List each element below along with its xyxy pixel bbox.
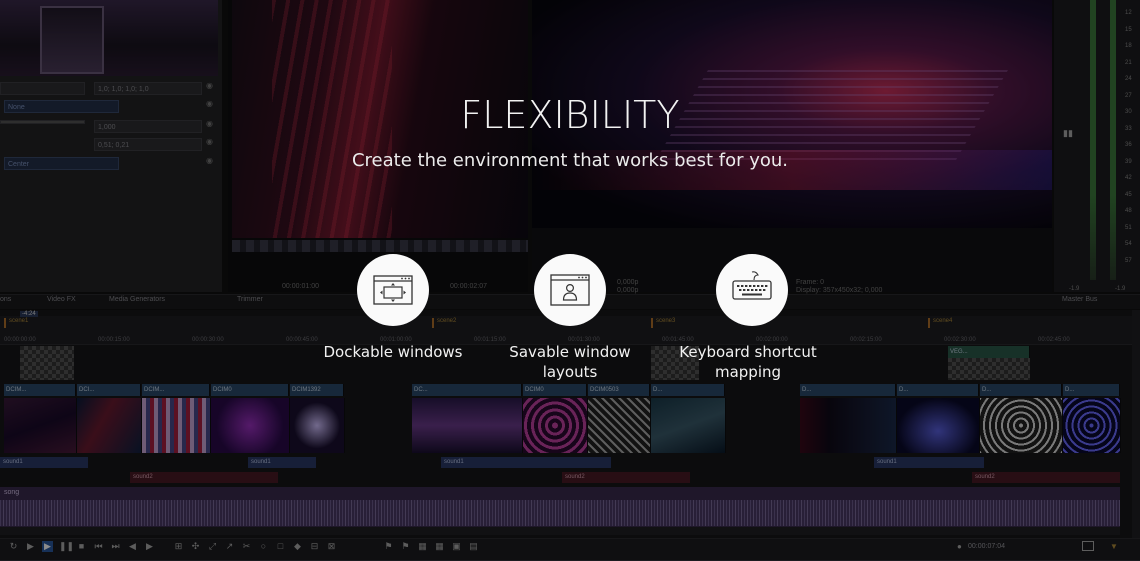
headline: FLEXIBILITY [460,93,680,137]
window-layout-user-icon [534,254,606,326]
feature-label-dockable: Dockable windows [323,343,463,361]
keyboard-icon [716,254,788,326]
feature-label-layouts: Savable window layouts [509,343,631,381]
feature-label-shortcuts: Keyboard shortcut mapping [679,343,817,381]
subline: Create the environment that works best f… [351,150,788,171]
dockable-window-icon [357,254,429,326]
